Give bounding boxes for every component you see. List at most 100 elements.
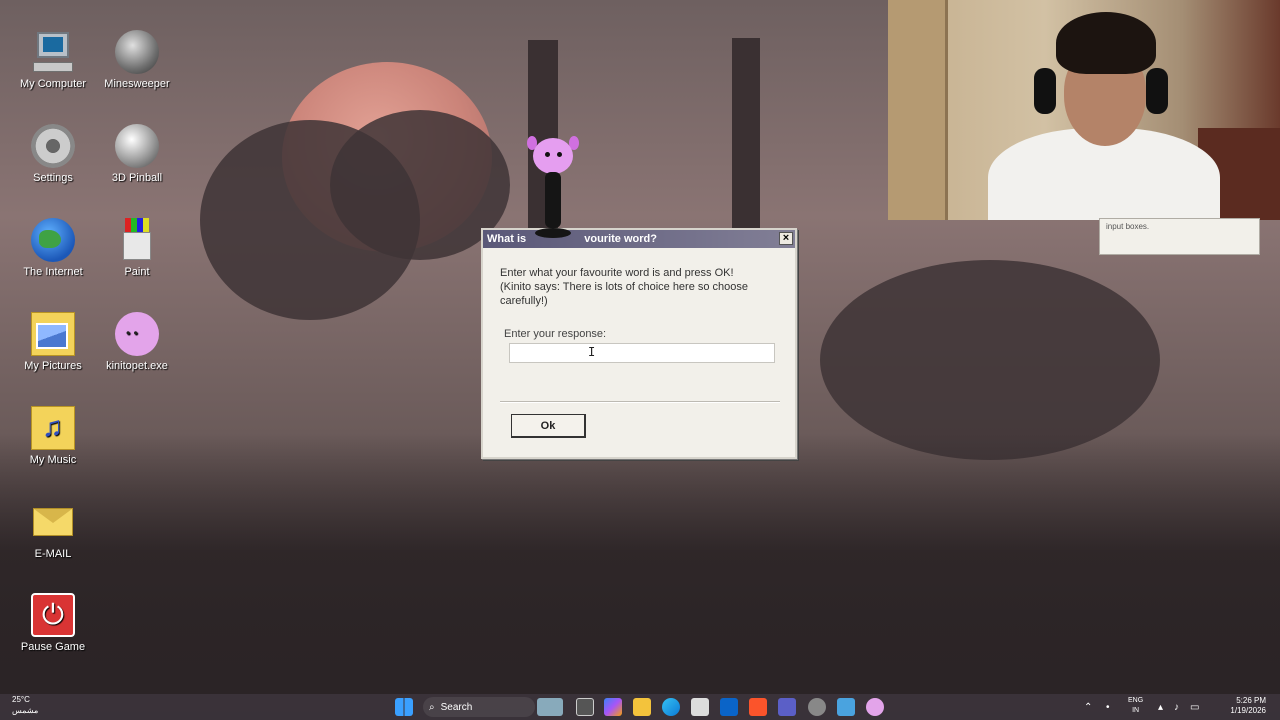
kinito-pet-character[interactable] xyxy=(527,136,579,246)
kinito-button[interactable] xyxy=(866,697,884,717)
search-icon: ⌕ xyxy=(429,701,435,713)
file-explorer-icon xyxy=(633,698,651,716)
dialog-title-end: vourite word? xyxy=(584,233,657,245)
taskbar: 25°C مشمس ⌕ Search ⌃ • ENG IN ▴ ♪ ▭ 5:26… xyxy=(0,694,1280,720)
tray-overflow-button[interactable]: ⌃ xyxy=(1084,697,1092,717)
widgets-icon xyxy=(537,698,563,716)
pillar-graphic xyxy=(732,38,760,238)
favourite-word-dialog: What is vourite word? × Enter what your … xyxy=(481,228,797,459)
network-button[interactable]: ▴ xyxy=(1158,697,1163,717)
webcam-overlay xyxy=(888,0,1280,220)
chevron-up-icon: ⌃ xyxy=(1084,701,1093,713)
desktop-icon-label: E-MAIL xyxy=(34,548,72,560)
dialog-message-line: (Kinito says: There is lots of choice he… xyxy=(500,281,749,307)
speaker-icon: ♪ xyxy=(1174,701,1179,713)
desktop-icon-paint[interactable]: Paint xyxy=(95,218,179,278)
response-input[interactable] xyxy=(509,343,775,363)
file-explorer-button[interactable] xyxy=(633,697,651,717)
desktop-icon-my-music[interactable]: My Music xyxy=(11,406,95,466)
teams-button[interactable] xyxy=(778,697,796,717)
background-window-text: input boxes. xyxy=(1106,222,1150,231)
language-indicator[interactable]: ENG IN xyxy=(1128,696,1143,716)
music-folder-icon xyxy=(31,406,75,450)
desktop-icon-my-computer[interactable]: My Computer xyxy=(11,30,95,90)
desktop-icon-label: My Pictures xyxy=(24,360,82,372)
desktop-icon-label: Paint xyxy=(124,266,150,278)
desktop-icon-the-internet[interactable]: The Internet xyxy=(11,218,95,278)
app-button[interactable] xyxy=(837,697,855,717)
envelope-icon xyxy=(31,500,75,544)
brave-button[interactable] xyxy=(749,697,767,717)
microphone-button[interactable]: • xyxy=(1106,697,1110,717)
dialog-title-start: What is xyxy=(487,233,527,245)
dialog-message: Enter what your favourite word is and pr… xyxy=(500,266,780,308)
background-window: input boxes. xyxy=(1099,218,1260,255)
desktop-icon-email[interactable]: E-MAIL xyxy=(11,500,95,560)
clock-date: 1/19/2026 xyxy=(1230,706,1266,715)
battery-icon: ▭ xyxy=(1190,701,1200,713)
axolotl-icon xyxy=(115,312,159,356)
close-icon: × xyxy=(782,232,790,244)
globe-icon xyxy=(31,218,75,262)
task-view-icon xyxy=(576,698,594,716)
tree-graphic xyxy=(820,260,1160,460)
desktop-icon-label: Minesweeper xyxy=(104,78,170,90)
teams-icon xyxy=(778,698,796,716)
volume-button[interactable]: ♪ xyxy=(1174,697,1179,717)
weather-temp: 25°C xyxy=(12,695,30,704)
kinito-icon xyxy=(866,698,884,716)
weather-widget[interactable]: 25°C مشمس xyxy=(12,695,38,715)
dialog-message-line: Enter what your favourite word is and pr… xyxy=(500,267,734,279)
lang-bottom: IN xyxy=(1132,707,1140,714)
taskbar-search[interactable]: ⌕ Search xyxy=(423,697,535,717)
battery-button[interactable]: ▭ xyxy=(1190,697,1199,717)
settings-button[interactable] xyxy=(808,697,826,717)
brave-icon xyxy=(749,698,767,716)
outlook-button[interactable] xyxy=(720,697,738,717)
task-view-button[interactable] xyxy=(576,697,594,717)
desktop-icon-kinitopet[interactable]: kinitopet.exe xyxy=(95,312,179,372)
desktop-icon-label: My Music xyxy=(29,454,77,466)
widgets-button[interactable] xyxy=(537,697,563,717)
copilot-button[interactable] xyxy=(604,697,622,717)
store-icon xyxy=(691,698,709,716)
weather-desc: مشمس xyxy=(12,706,39,715)
store-button[interactable] xyxy=(691,697,709,717)
minesweeper-icon xyxy=(115,30,159,74)
settings-icon xyxy=(808,698,826,716)
desktop-icon-3d-pinball[interactable]: 3D Pinball xyxy=(95,124,179,184)
outlook-icon xyxy=(720,698,738,716)
microphone-icon: • xyxy=(1106,701,1110,713)
dialog-separator xyxy=(500,401,780,403)
paint-icon xyxy=(115,218,159,262)
desktop-icon-pause-game[interactable]: Pause Game xyxy=(11,593,95,653)
windows-start-button[interactable] xyxy=(395,697,413,717)
close-button[interactable]: × xyxy=(779,232,793,245)
app-icon xyxy=(837,698,855,716)
pictures-folder-icon xyxy=(31,312,75,356)
text-cursor-icon: I xyxy=(588,345,596,359)
computer-icon xyxy=(31,30,75,74)
ok-button[interactable]: Ok xyxy=(511,414,586,438)
power-icon xyxy=(31,593,75,637)
desktop-icon-label: The Internet xyxy=(23,266,83,278)
desktop-icon-my-pictures[interactable]: My Pictures xyxy=(11,312,95,372)
clock-time: 5:26 PM xyxy=(1236,696,1266,705)
desktop-icon-minesweeper[interactable]: Minesweeper xyxy=(95,30,179,90)
desktop-icon-label: kinitopet.exe xyxy=(106,360,168,372)
gear-icon xyxy=(31,124,75,168)
desktop-icon-label: Settings xyxy=(33,172,73,184)
edge-button[interactable] xyxy=(662,697,680,717)
response-label: Enter your response: xyxy=(504,328,607,340)
desktop-icon-settings[interactable]: Settings xyxy=(11,124,95,184)
search-label: Search xyxy=(440,701,473,713)
wifi-icon: ▴ xyxy=(1158,701,1164,713)
desktop-icon-label: 3D Pinball xyxy=(111,172,163,184)
windows-start-icon xyxy=(395,698,413,716)
desktop-icon-label: Pause Game xyxy=(20,641,86,653)
taskbar-clock[interactable]: 5:26 PM 1/19/2026 xyxy=(1230,696,1266,716)
lang-top: ENG xyxy=(1128,697,1144,704)
pinball-icon xyxy=(115,124,159,168)
edge-icon xyxy=(662,698,680,716)
foreground-ground xyxy=(0,434,1280,694)
